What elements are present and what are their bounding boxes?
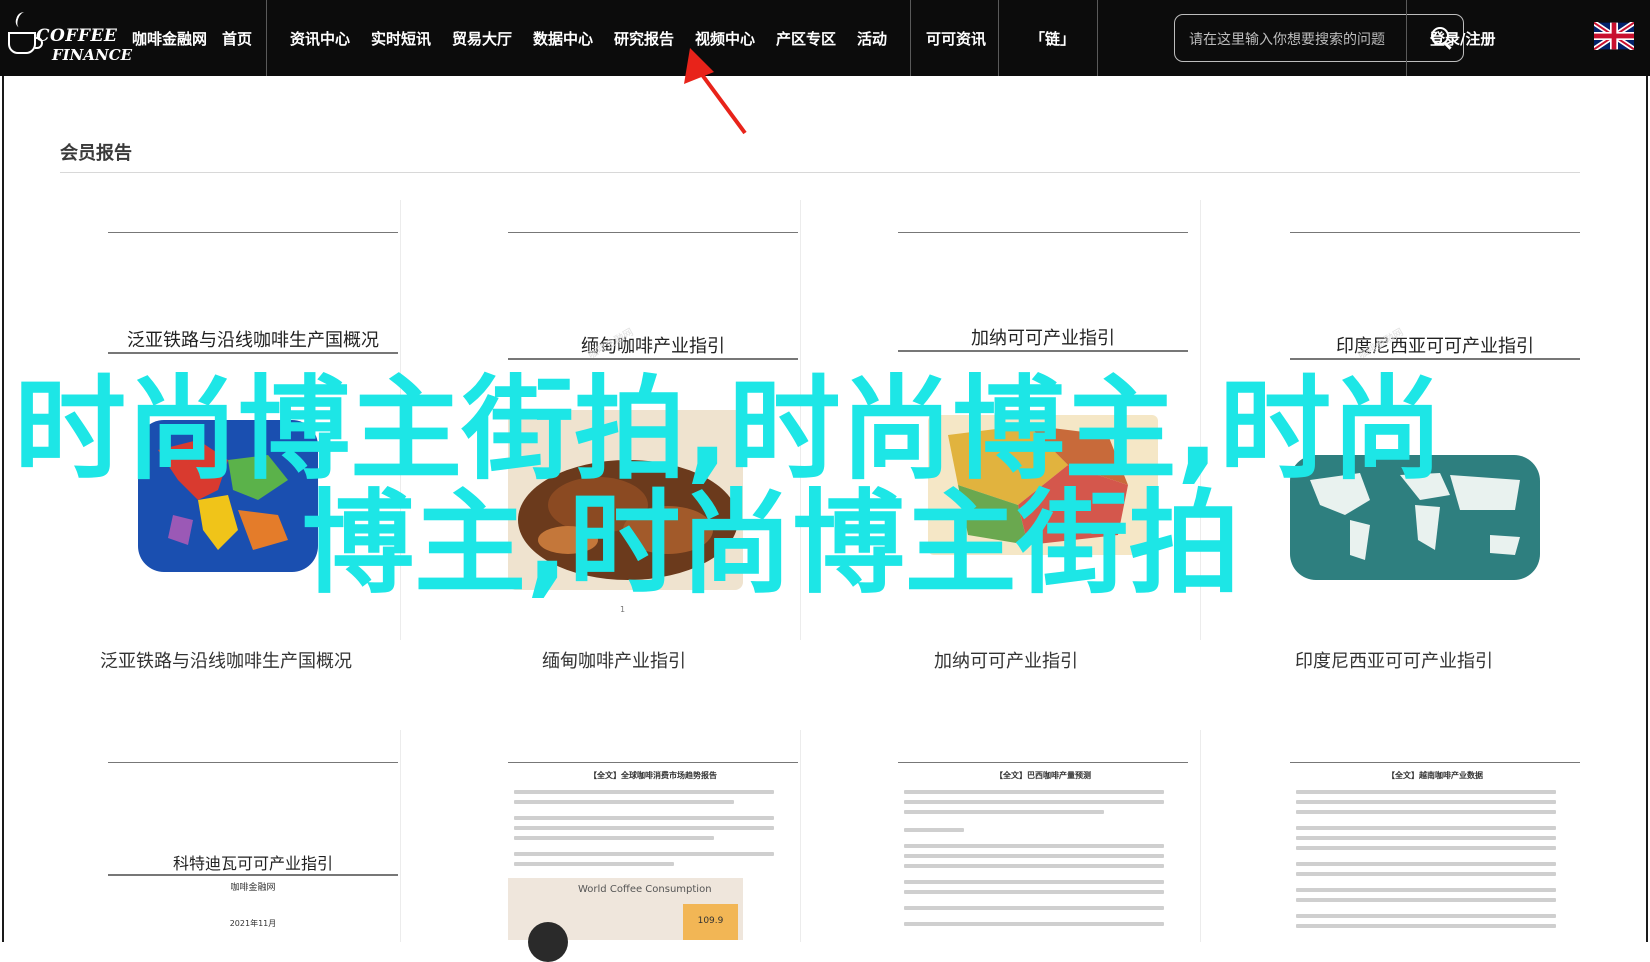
report-rule: [1290, 358, 1580, 360]
text-line: [904, 854, 1164, 858]
nav-divider: [1406, 0, 1407, 76]
text-line: [904, 864, 1164, 868]
text-line: [514, 836, 714, 840]
text-line: [514, 852, 774, 856]
text-line: [1296, 826, 1556, 830]
text-line: [514, 790, 774, 794]
report-caption[interactable]: 缅甸咖啡产业指引: [414, 647, 814, 673]
top-nav: COFFEE FINANCE 咖啡金融网 首页 资讯中心 实时短讯 贸易大厅 数…: [0, 0, 1650, 76]
text-line: [514, 800, 734, 804]
nav-chain[interactable]: 「链」: [1030, 28, 1075, 49]
login-register-link[interactable]: 登录/注册: [1430, 28, 1495, 49]
report-doc-title: 泛亚铁路与沿线咖啡生产国概况: [127, 330, 379, 351]
nav-flash[interactable]: 实时短讯: [371, 28, 431, 49]
text-line: [904, 880, 1164, 884]
nav-news[interactable]: 资讯中心: [290, 28, 350, 49]
report-header-line: [898, 220, 1188, 233]
column-divider: [400, 730, 401, 942]
text-line: [1296, 888, 1556, 892]
overlay-text-line2: 博主,时尚博主街拍: [302, 479, 1241, 609]
report-header-line: [1290, 750, 1580, 763]
nav-cocoa[interactable]: 可可资讯: [926, 28, 986, 49]
text-line: [1296, 862, 1556, 866]
report-card[interactable]: 【全文】全球咖啡消费市场趋势报告 World Coffee Consumptio…: [508, 750, 798, 962]
text-line: [1296, 846, 1556, 850]
report-doc-title: 科特迪瓦可可产业指引: [172, 854, 333, 873]
nav-video[interactable]: 视频中心: [695, 28, 755, 49]
coffee-cup-image: [528, 922, 568, 962]
text-line: [904, 810, 1104, 814]
text-line: [1296, 800, 1556, 804]
search-box: [1174, 14, 1464, 62]
text-line: [1296, 836, 1556, 840]
logo-text-finance: FINANCE: [52, 46, 133, 64]
nav-events[interactable]: 活动: [857, 28, 887, 49]
report-card[interactable]: 【全文】巴西咖啡产量预测: [898, 750, 1188, 940]
report-header-line: [108, 750, 398, 763]
report-header-line: [1290, 220, 1580, 233]
report-rule: [898, 350, 1188, 352]
text-line: [514, 816, 774, 820]
column-divider: [800, 730, 801, 942]
nav-trade[interactable]: 贸易大厅: [452, 28, 512, 49]
consumption-chart: World Coffee Consumption 109.9: [508, 878, 743, 962]
text-line: [1296, 898, 1556, 902]
text-line: [514, 862, 674, 866]
text-line: [904, 790, 1164, 794]
nav-divider: [266, 0, 267, 76]
report-caption[interactable]: 泛亚铁路与沿线咖啡生产国概况: [26, 647, 426, 673]
column-divider: [1200, 730, 1201, 942]
report-header-line: [508, 220, 798, 233]
nav-divider: [998, 0, 999, 76]
nav-divider: [910, 0, 911, 76]
cup-icon: [8, 32, 43, 54]
text-line: [1296, 924, 1556, 928]
section-divider: [60, 172, 1580, 173]
report-card[interactable]: 【全文】越南咖啡产业数据: [1290, 750, 1580, 940]
report-rule: [108, 352, 398, 354]
report-header-line: [508, 750, 798, 763]
report-rule: [108, 874, 398, 876]
report-doc-title: 缅甸咖啡产业指引: [581, 336, 725, 357]
report-doc-heading: 【全文】巴西咖啡产量预测: [995, 771, 1091, 780]
section-title: 会员报告: [60, 143, 132, 164]
text-line: [1296, 790, 1556, 794]
report-doc-title: 印度尼西亚可可产业指引: [1336, 336, 1534, 357]
report-card[interactable]: 科特迪瓦可可产业指引 咖啡金融网 2021年11月: [108, 750, 398, 940]
report-doc-heading: 【全文】全球咖啡消费市场趋势报告: [589, 771, 717, 780]
text-line: [904, 800, 1164, 804]
nav-site-name[interactable]: 咖啡金融网: [132, 28, 207, 49]
text-line: [904, 890, 1164, 894]
report-doc-date: 2021年11月: [229, 919, 277, 928]
report-rule: [508, 358, 798, 360]
search-input[interactable]: [1187, 25, 1421, 53]
overlay-text-line1: 时尚博主街拍,时尚博主,时尚: [14, 365, 1444, 495]
chart-title: World Coffee Consumption: [578, 884, 712, 895]
report-caption[interactable]: 印度尼西亚可可产业指引: [1194, 647, 1594, 673]
text-line: [904, 844, 1164, 848]
nav-home[interactable]: 首页: [222, 28, 252, 49]
text-line: [1296, 810, 1556, 814]
text-line: [904, 906, 1164, 910]
report-header-line: [898, 750, 1188, 763]
report-doc-publisher: 咖啡金融网: [230, 883, 276, 893]
text-line: [1296, 872, 1556, 876]
nav-data[interactable]: 数据中心: [533, 28, 593, 49]
text-line: [904, 828, 964, 832]
chart-bar: 109.9: [683, 904, 738, 940]
uk-flag-icon[interactable]: [1594, 22, 1634, 50]
nav-research[interactable]: 研究报告: [614, 28, 674, 49]
report-doc-title: 加纳可可产业指引: [971, 328, 1115, 349]
text-line: [1296, 914, 1556, 918]
report-caption[interactable]: 加纳可可产业指引: [806, 647, 1206, 673]
coffee-finance-logo[interactable]: COFFEE FINANCE: [6, 8, 132, 68]
report-doc-heading: 【全文】越南咖啡产业数据: [1387, 771, 1483, 780]
report-header-line: [108, 220, 398, 233]
nav-divider: [1097, 0, 1098, 76]
nav-origin[interactable]: 产区专区: [776, 28, 836, 49]
steam-icon: [13, 10, 31, 30]
logo-text-coffee: COFFEE: [36, 26, 118, 46]
text-line: [514, 826, 774, 830]
text-line: [904, 922, 1164, 926]
